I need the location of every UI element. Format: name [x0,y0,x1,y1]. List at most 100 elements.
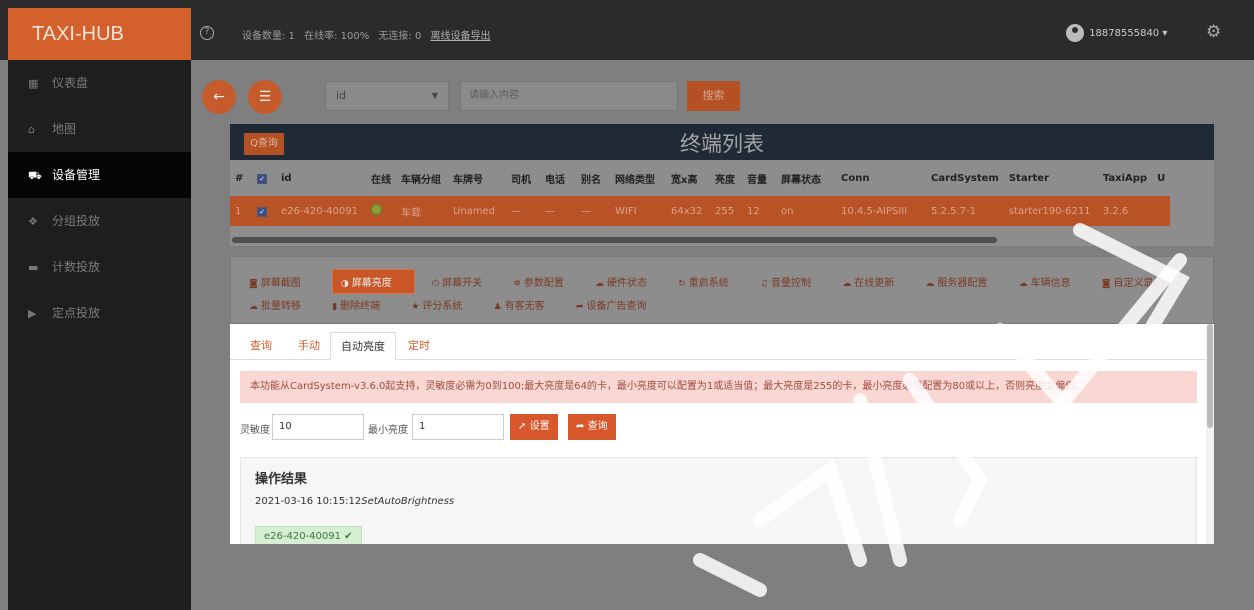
result-line: 2021-03-16 10:15:12SetAutoBrightness [255,496,454,507]
op-batch-transfer[interactable]: ☁ 批量转移 [249,301,315,312]
col-select[interactable]: ✓ [252,160,276,196]
sensitivity-input[interactable]: 10 [272,414,364,440]
op-volume[interactable]: ♫ 音量控制 [760,278,825,289]
sensitivity-label: 灵敏度 [240,425,270,436]
row-checkbox[interactable]: ✓ [257,206,267,217]
result-timestamp: 2021-03-16 10:15:12 [255,496,362,507]
min-brightness-input[interactable]: 1 [412,414,504,440]
car-icon: ⛟ [28,169,42,182]
search-input[interactable]: 请输入内容 [460,81,678,111]
result-title: 操作结果 [255,472,308,487]
op-screenshot[interactable]: ◙ 屏幕截图 [249,278,315,289]
col-cardsystem[interactable]: CardSystem [926,160,1004,196]
horizontal-scrollbar[interactable] [232,237,997,243]
select-all-checkbox[interactable]: ✓ [257,173,267,184]
online-status-icon [371,204,382,215]
op-passenger-status[interactable]: ♟ 有客无客 [494,301,559,312]
col-volume[interactable]: 音量 [742,160,776,196]
col-online[interactable]: 在线 [366,160,396,196]
search-field-select[interactable]: id ▼ [325,81,449,111]
sidebar-item-group-delivery[interactable]: ❖ 分组投放 [8,198,191,244]
op-delete-terminal[interactable]: ▮ 删除终端 [332,301,394,312]
tab-auto-brightness[interactable]: 自动亮度 [330,332,396,360]
min-brightness-label: 最小亮度 [368,425,408,436]
set-button[interactable]: ➚ 设置 [510,414,558,440]
col-phone[interactable]: 电话 [540,160,576,196]
online-rate: 在线率: 100% [304,31,370,42]
device-count: 设备数量: 1 [242,31,295,42]
back-button[interactable]: ← [202,80,236,114]
cell-id: e26-420-40091 [276,196,366,226]
play-icon: ▶ [28,307,37,320]
operation-result: 操作结果 2021-03-16 10:15:12SetAutoBrightnes… [240,457,1197,544]
col-brightness[interactable]: 亮度 [710,160,742,196]
volume-icon: ♫ [759,279,769,289]
share-icon: ➦ [575,302,584,312]
cell-group: 车载 [396,196,448,226]
tab-manual[interactable]: 手动 [288,332,330,360]
user-menu[interactable]: 18878555840 ▾ [1066,24,1167,42]
col-id[interactable]: id [276,160,366,196]
col-u[interactable]: U [1152,160,1170,196]
table-row[interactable]: 1 ✓ e26-420-40091 车载 Unamed — — — WIFI 6… [230,196,1171,226]
offline-export-link[interactable]: 离线设备导出 [431,31,491,42]
cell-index: 1 [230,196,252,226]
cell-driver: — [506,196,540,226]
sidebar-item-map[interactable]: ⌂ 地图 [8,106,191,152]
col-alias[interactable]: 别名 [576,160,610,196]
vertical-scrollbar[interactable] [1206,324,1214,544]
terminal-list-title: 终端列表 [680,132,764,156]
user-icon: ♟ [493,302,502,312]
help-icon[interactable]: ? [200,26,214,40]
tab-query[interactable]: 查询 [240,332,282,360]
brightness-icon: ◑ [340,279,349,289]
tab-schedule[interactable]: 定时 [398,332,440,360]
terminal-table-container: # ✓ id 在线 车辆分组 车牌号 司机 电话 别名 网络类型 宽x高 亮度 … [230,160,1214,246]
col-group[interactable]: 车辆分组 [396,160,448,196]
brightness-tabs: 查询 手动 自动亮度 定时 [230,332,1206,360]
col-network[interactable]: 网络类型 [610,160,666,196]
scrollbar-thumb[interactable] [1207,324,1213,428]
col-plate[interactable]: 车牌号 [448,160,506,196]
power-icon: ⏻ [431,279,440,289]
cell-select[interactable]: ✓ [252,196,276,226]
op-ad-query[interactable]: ➦ 设备广告查询 [576,301,661,312]
col-taxiapp[interactable]: TaxiApp [1098,160,1152,196]
query-button[interactable]: ➦ 查询 [568,414,616,440]
col-driver[interactable]: 司机 [506,160,540,196]
sidebar-item-dashboard[interactable]: ▦ 仪表盘 [8,60,191,106]
cell-conn: 10.4.5-AIPSIII [836,196,926,226]
info-icon: ☁ [1018,279,1028,289]
op-server-config[interactable]: ☁ 服务器配置 [925,278,1001,289]
brand-logo[interactable]: TAXI-HUB [8,8,191,60]
op-screen-brightness[interactable]: ◑ 屏幕亮度 [331,269,415,294]
list-toggle-button[interactable]: ☰ [248,80,282,114]
col-index: # [235,172,244,184]
search-button[interactable]: 搜索 [687,81,740,111]
cell-network: WIFI [610,196,666,226]
terminal-query-button[interactable]: Q查询 [244,133,284,155]
op-params[interactable]: ✲ 参数配置 [513,278,578,289]
op-screen-power[interactable]: ⏻ 屏幕开关 [432,278,496,289]
sidebar-item-count-delivery[interactable]: ▬ 计数投放 [8,244,191,290]
op-online-update[interactable]: ☁ 在线更新 [842,278,908,289]
cell-online [366,196,396,226]
op-custom-display[interactable]: ◙ 自定义显示 [1102,278,1178,289]
op-hardware-status[interactable]: ☁ 硬件状态 [595,278,661,289]
op-rating-system[interactable]: ★ 评分系统 [411,301,476,312]
gear-icon[interactable]: ⚙ [1206,22,1221,42]
server-icon: ☁ [925,279,935,289]
op-reboot[interactable]: ↻ 重启系统 [678,278,743,289]
map-icon: ⌂ [28,123,35,136]
col-screen-status[interactable]: 屏幕状态 [776,160,836,196]
col-conn[interactable]: Conn [836,160,926,196]
cloud-icon: ☁ [595,279,605,289]
star-icon: ★ [411,302,420,312]
op-vehicle-info[interactable]: ☁ 车辆信息 [1019,278,1085,289]
sidebar-item-device-management[interactable]: ⛟ 设备管理 [8,152,191,198]
brightness-panel: 查询 手动 自动亮度 定时 本功能从CardSystem-v3.6.0起支持，灵… [230,324,1214,544]
col-starter[interactable]: Starter [1004,160,1098,196]
cell-volume: 12 [742,196,776,226]
col-size[interactable]: 宽x高 [666,160,710,196]
sidebar-item-fixed-point-delivery[interactable]: ▶ 定点投放 [8,290,191,336]
